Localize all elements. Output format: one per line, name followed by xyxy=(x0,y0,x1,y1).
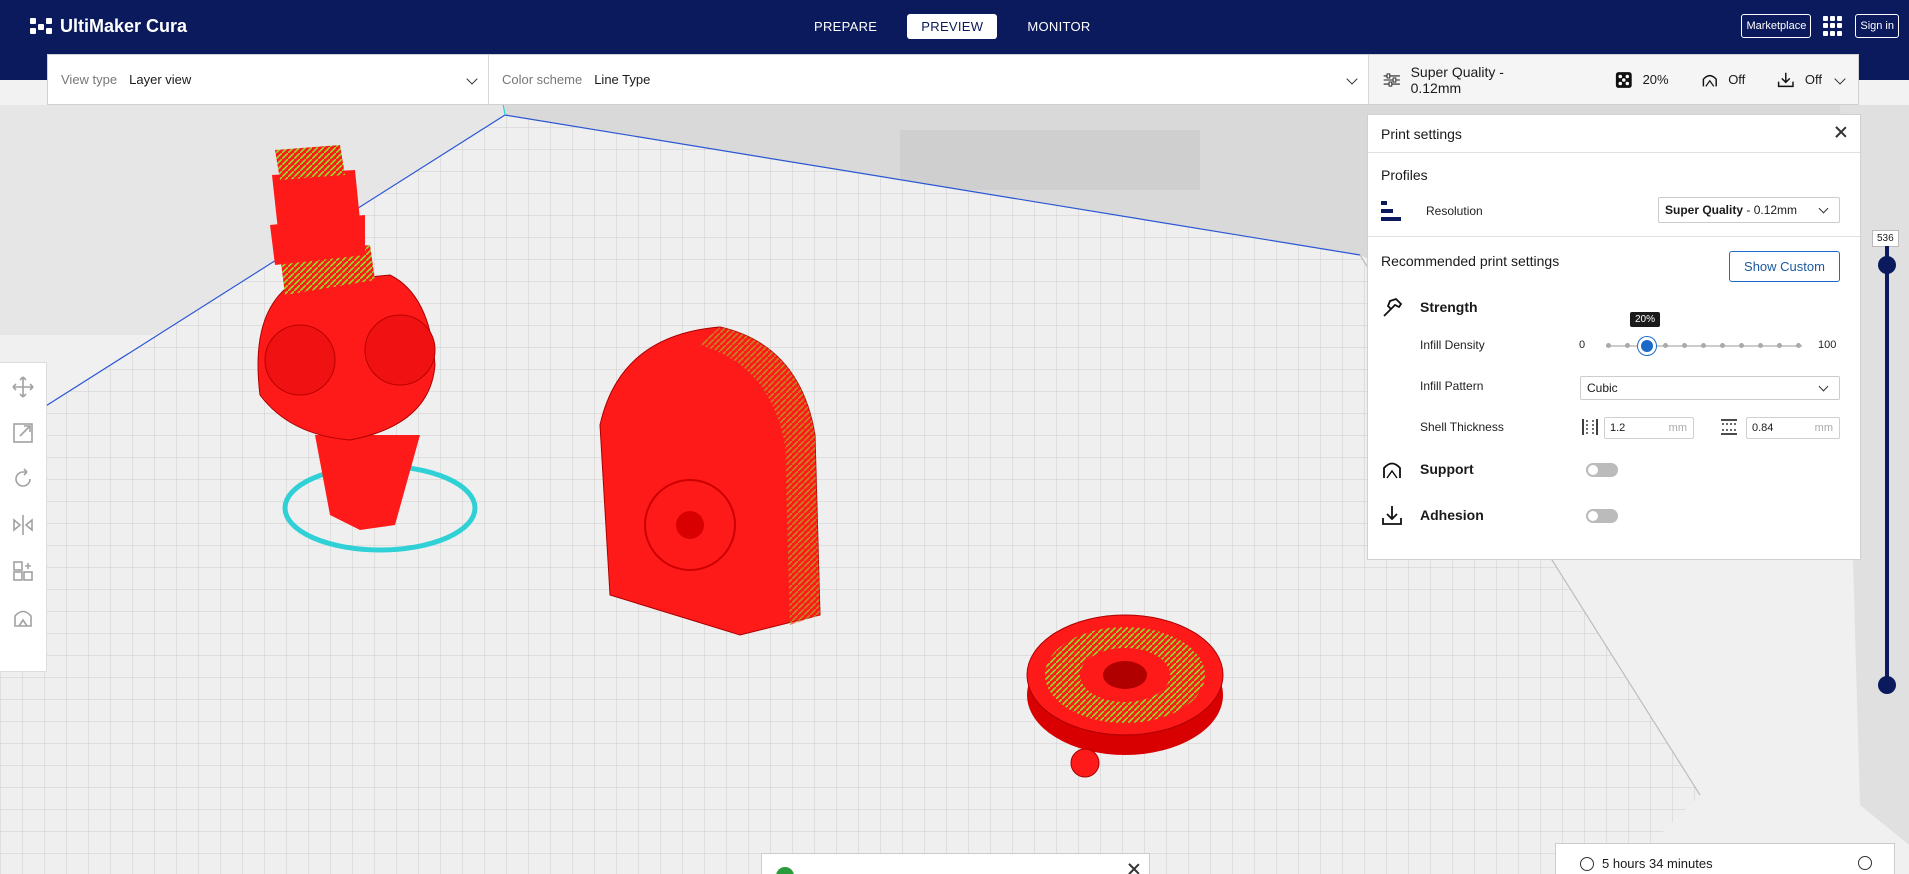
shell-thickness-label: Shell Thickness xyxy=(1420,420,1504,434)
sign-in-button[interactable]: Sign in xyxy=(1855,14,1899,38)
apps-grid-icon[interactable] xyxy=(1823,16,1843,36)
infill-density-tooltip: 20% xyxy=(1630,312,1661,327)
infill-icon xyxy=(1615,71,1632,88)
stage-tabs: PREPARE PREVIEW MONITOR xyxy=(800,14,1105,39)
support-icon xyxy=(1383,462,1401,479)
wall-thickness-icon xyxy=(1582,419,1598,435)
adhesion-summary: Off xyxy=(1804,72,1822,87)
settings-sliders-icon xyxy=(1383,72,1400,87)
support-label: Support xyxy=(1420,461,1474,477)
top-right-actions: Marketplace Sign in xyxy=(1741,14,1899,38)
marketplace-button[interactable]: Marketplace xyxy=(1741,14,1812,38)
strength-label: Strength xyxy=(1420,299,1478,315)
view-header-bar: View type Layer view Color scheme Line T… xyxy=(47,54,1859,105)
model-housing[interactable] xyxy=(599,326,821,636)
color-scheme-dropdown[interactable]: Color scheme Line Type xyxy=(489,55,1369,104)
infill-pattern-value: Cubic xyxy=(1587,381,1618,395)
ring-tab xyxy=(1070,748,1100,778)
close-icon[interactable] xyxy=(1834,125,1848,139)
support-toggle[interactable] xyxy=(1586,463,1618,477)
show-custom-button[interactable]: Show Custom xyxy=(1729,251,1840,282)
wall-thickness-unit: mm xyxy=(1668,422,1687,434)
chevron-down-icon xyxy=(466,73,478,85)
view-type-label: View type xyxy=(61,72,118,87)
ring-hole xyxy=(1103,661,1147,689)
figure-shoulder xyxy=(364,314,436,386)
print-time-estimate: 5 hours 34 minutes xyxy=(1602,856,1713,871)
view-type-value: Layer view xyxy=(129,72,192,87)
tab-monitor[interactable]: MONITOR xyxy=(1013,14,1104,39)
tab-prepare[interactable]: PREPARE xyxy=(800,14,891,39)
layer-number-label: 536 xyxy=(1872,230,1899,247)
support-icon xyxy=(1702,74,1717,87)
print-settings-summary[interactable]: Super Quality - 0.12mm 20% Off Off xyxy=(1369,55,1858,104)
app-name: UltiMaker Cura xyxy=(60,16,188,36)
scale-icon[interactable] xyxy=(11,421,35,445)
success-icon xyxy=(776,867,794,874)
resolution-icon xyxy=(1381,201,1401,221)
app-logo: UltiMaker Cura xyxy=(30,16,187,37)
close-icon[interactable] xyxy=(1127,862,1139,874)
layer-slider-track[interactable] xyxy=(1878,246,1896,694)
view-type-dropdown[interactable]: View type Layer view xyxy=(48,55,489,104)
support-blocker-icon[interactable] xyxy=(11,605,35,629)
top-bottom-thickness-unit: mm xyxy=(1814,422,1833,434)
infill-pattern-dropdown[interactable]: Cubic xyxy=(1580,376,1840,400)
infill-density-label: Infill Density xyxy=(1420,338,1485,352)
move-icon[interactable] xyxy=(11,375,35,399)
adhesion-toggle[interactable] xyxy=(1586,509,1618,523)
infill-summary: 20% xyxy=(1642,72,1669,87)
chevron-down-icon xyxy=(1818,203,1829,214)
wall-thickness-value: 1.2 xyxy=(1610,422,1626,434)
top-bottom-thickness-input[interactable]: 0.84 mm xyxy=(1746,417,1840,439)
adhesion-icon xyxy=(1778,72,1794,87)
profiles-row: Profiles xyxy=(1381,167,1840,183)
rotate-icon[interactable] xyxy=(11,467,35,491)
infill-min-label: 0 xyxy=(1579,339,1586,351)
infill-max-label: 100 xyxy=(1818,339,1837,351)
layer-slider-bottom-handle[interactable] xyxy=(1878,676,1896,694)
info-icon[interactable] xyxy=(1858,856,1872,870)
infill-pattern-label: Infill Pattern xyxy=(1420,379,1484,393)
housing-hub xyxy=(676,511,704,539)
figure-top xyxy=(275,145,345,180)
chevron-down-icon xyxy=(1818,381,1829,392)
resolution-layer-height: - 0.12mm xyxy=(1743,203,1798,217)
clock-icon xyxy=(1580,856,1594,871)
top-bottom-thickness-value: 0.84 xyxy=(1752,422,1774,434)
recommended-label: Recommended print settings xyxy=(1381,253,1560,269)
color-scheme-value: Line Type xyxy=(594,72,651,87)
chevron-down-icon xyxy=(1346,73,1358,85)
top-bottom-thickness-icon xyxy=(1721,419,1737,435)
bottom-message-panel xyxy=(761,853,1150,874)
strength-hammer-icon xyxy=(1383,297,1403,317)
adhesion-label: Adhesion xyxy=(1420,507,1484,523)
tab-preview[interactable]: PREVIEW xyxy=(907,14,998,39)
print-settings-title: Print settings xyxy=(1381,125,1462,142)
wall-thickness-input[interactable]: 1.2 mm xyxy=(1604,417,1694,439)
resolution-dropdown[interactable]: Super Quality - 0.12mm xyxy=(1658,197,1840,223)
resolution-quality: Super Quality xyxy=(1665,203,1744,217)
layer-slider-top-handle[interactable] xyxy=(1878,256,1896,274)
print-time-panel: 5 hours 34 minutes xyxy=(1555,843,1895,874)
resolution-label: Resolution xyxy=(1426,204,1483,218)
infill-density-slider-handle[interactable] xyxy=(1638,337,1656,355)
per-model-settings-icon[interactable] xyxy=(11,559,35,583)
print-settings-panel: Print settings Profiles Resolution Super… xyxy=(1367,114,1861,560)
mirror-icon[interactable] xyxy=(11,513,35,537)
chevron-down-icon xyxy=(1834,73,1846,85)
profiles-label: Profiles xyxy=(1381,167,1428,183)
figure-shoulder xyxy=(264,324,336,396)
infill-density-slider-track[interactable] xyxy=(1606,343,1802,348)
wall-shadow xyxy=(900,130,1200,190)
left-toolbar xyxy=(0,362,47,672)
support-summary: Off xyxy=(1728,72,1746,87)
adhesion-icon xyxy=(1382,506,1402,525)
profile-summary: Super Quality - 0.12mm xyxy=(1410,63,1504,96)
divider xyxy=(1368,236,1860,237)
ultimaker-logo-icon xyxy=(30,17,52,36)
color-scheme-label: Color scheme xyxy=(502,72,583,87)
print-settings-header: Print settings xyxy=(1368,115,1860,153)
